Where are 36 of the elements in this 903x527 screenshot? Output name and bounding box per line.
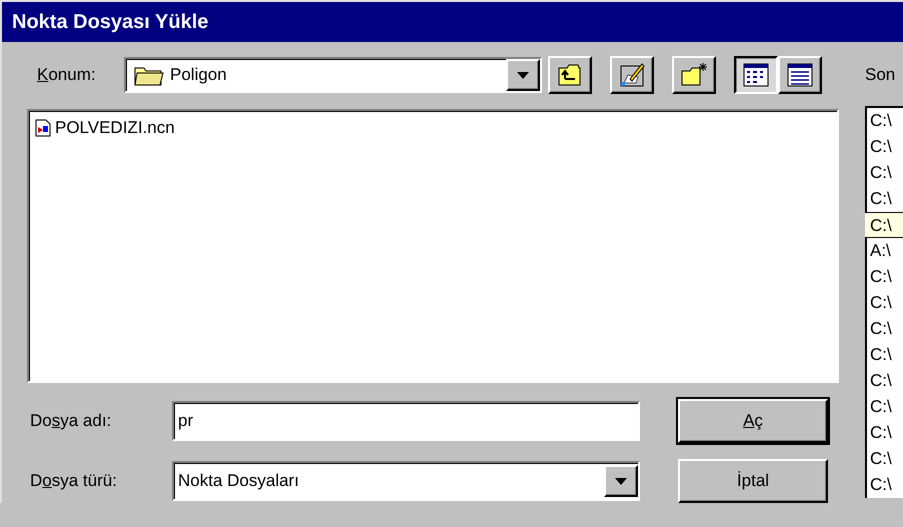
recent-item[interactable]: C:\: [867, 290, 903, 316]
file-icon: [35, 118, 51, 137]
recent-item[interactable]: C:\: [867, 472, 903, 498]
dropdown-button[interactable]: [604, 465, 638, 497]
recent-item[interactable]: A:\: [867, 238, 903, 264]
dropdown-button[interactable]: [506, 59, 540, 91]
file-name[interactable]: POLVEDIZI.ncn: [55, 115, 175, 140]
recent-item[interactable]: C:\: [867, 394, 903, 420]
details-view-icon: [786, 61, 814, 89]
caret-icon: [517, 72, 529, 78]
file-name-field[interactable]: pr: [172, 401, 640, 441]
recent-item[interactable]: C:\: [867, 420, 903, 446]
file-type-dropdown[interactable]: Nokta Dosyaları: [172, 461, 640, 501]
recent-item[interactable]: C:\: [867, 316, 903, 342]
file-type-value: Nokta Dosyaları: [178, 470, 299, 492]
window-title: Nokta Dosyası Yükle: [0, 0, 903, 42]
file-name-label: Dosya adı:: [30, 410, 112, 432]
recent-item[interactable]: C:\: [867, 134, 903, 160]
recent-label: Son: [865, 64, 896, 86]
location-value: Poligon: [170, 64, 227, 86]
recent-item[interactable]: C:\: [867, 368, 903, 394]
recent-item[interactable]: C:\: [867, 264, 903, 290]
toolbar-button[interactable]: [734, 56, 778, 94]
list-view-icon: [742, 61, 770, 89]
recent-item[interactable]: C:\: [867, 446, 903, 472]
recent-item[interactable]: C:\: [867, 342, 903, 368]
cancel-button[interactable]: İptal: [678, 459, 828, 503]
file-type-label: Dosya türü:: [30, 470, 118, 492]
open-button[interactable]: Aç: [678, 399, 828, 443]
location-dropdown[interactable]: Poligon: [124, 57, 542, 93]
recent-item[interactable]: C:\: [867, 108, 903, 134]
recent-item[interactable]: C:\: [867, 160, 903, 186]
recent-item[interactable]: C:\: [865, 212, 903, 238]
caret-icon: [615, 478, 627, 484]
recent-item[interactable]: C:\: [867, 186, 903, 212]
location-label: Konum:: [37, 64, 97, 86]
